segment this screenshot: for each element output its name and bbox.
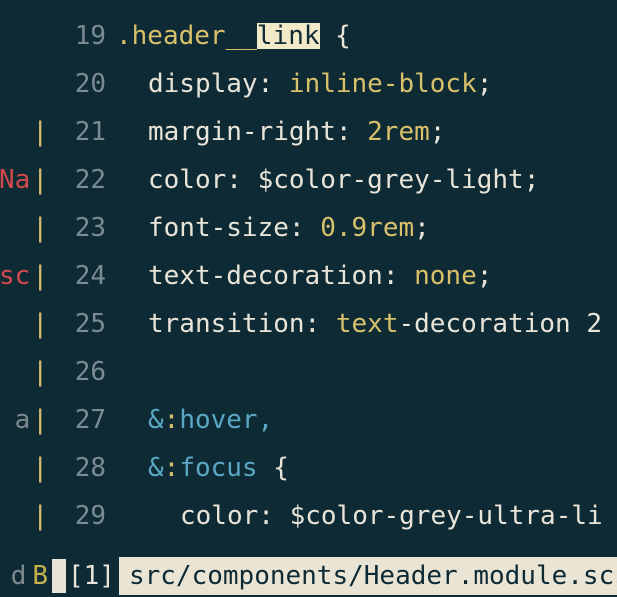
code-area[interactable]: .header__link { display: inline-block; m… (116, 0, 617, 597)
code-editor[interactable]: | rNa| | .sc| | | " a| | | 19 20 21 22 2… (0, 0, 617, 597)
gutter-marker: | (30, 348, 48, 396)
line-number: 29 (48, 492, 116, 540)
line-number: 27 (48, 396, 116, 444)
code-line[interactable]: &:focus { (116, 444, 617, 492)
code-line[interactable]: font-size: 0.9rem; (116, 204, 617, 252)
line-number: 22 (48, 156, 116, 204)
gutter-marker: | (30, 444, 48, 492)
gutter-marker: | (30, 492, 48, 540)
line-number: 24 (48, 252, 116, 300)
status-bar: d B [1] src/components/Header.module.scs (0, 555, 617, 597)
line-number-gutter: 19 20 21 22 23 24 25 26 27 28 29 (48, 0, 116, 597)
code-line[interactable] (116, 348, 617, 396)
buffer-indicator: [1] (68, 563, 119, 589)
code-line[interactable]: &:hover, (116, 396, 617, 444)
buffer-badge: B (32, 563, 48, 589)
line-number: 26 (48, 348, 116, 396)
code-line[interactable]: color: $color-grey-light; (116, 156, 617, 204)
gutter-marker: .sc| (0, 252, 48, 300)
code-line[interactable]: text-decoration: none; (116, 252, 617, 300)
marker-column: | rNa| | .sc| | | " a| | | (0, 0, 48, 597)
cursor-block-icon (52, 559, 66, 593)
gutter-marker: | (30, 204, 48, 252)
line-number: 19 (48, 12, 116, 60)
file-path[interactable]: src/components/Header.module.scs (119, 557, 617, 595)
line-number: 20 (48, 60, 116, 108)
gutter-marker: " a| (0, 396, 48, 444)
search-highlight: link (257, 23, 320, 49)
code-line[interactable]: .header__link { (116, 12, 617, 60)
gutter-marker: rNa| (0, 156, 48, 204)
code-line[interactable]: margin-right: 2rem; (116, 108, 617, 156)
line-number: 28 (48, 444, 116, 492)
gutter-marker: | (30, 300, 48, 348)
code-line[interactable]: color: $color-grey-ultra-li (116, 492, 617, 540)
code-line[interactable]: transition: text-decoration 2 (116, 300, 617, 348)
status-left: d B (0, 563, 48, 589)
gutter-marker: | (30, 108, 48, 156)
code-line[interactable]: display: inline-block; (116, 60, 617, 108)
line-number: 21 (48, 108, 116, 156)
line-number: 25 (48, 300, 116, 348)
line-number: 23 (48, 204, 116, 252)
